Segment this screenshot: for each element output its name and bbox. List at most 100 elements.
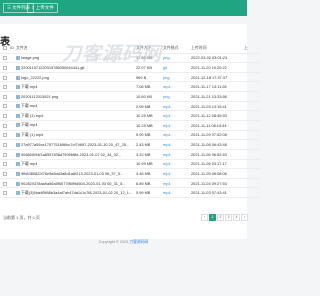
table-row[interactable]: 902820378aa9a56a5f5077f80f9d504-2023-01-… (0, 178, 260, 189)
row-checkbox[interactable] (0, 101, 10, 112)
table-row[interactable]: 0068f4094f1a6597838d7595bf8d-2023-01-07 … (0, 149, 260, 160)
row-filename[interactable]: 0068f4094f1a6597838d7595bf8d-2023-01-07 … (16, 149, 136, 160)
copyright-link[interactable]: 刀客源码网 (129, 240, 148, 244)
table-row[interactable]: 下载.mp4 10.99 MB mp4 2021-11-06 03:17:17 (0, 159, 260, 170)
table-row[interactable]: logo_22222.png 969 Bpng 2021-12-18 17:37:3… (0, 72, 260, 83)
row-checkbox[interactable] (0, 53, 10, 64)
row-extra (244, 120, 260, 131)
row-filename[interactable]: logo_22222.png (16, 72, 136, 83)
row-upload-time: 2021-11-03 13:15:41 (191, 101, 244, 112)
row-upload-time: 2021-11-12 08:45:53 (191, 110, 244, 121)
file-icon (16, 84, 20, 89)
row-checkbox[interactable] (0, 81, 10, 93)
row-filename[interactable]: 下载(3)5ba4f5f88b3a4af7ab47da1c1c7f8-2023-… (16, 187, 136, 199)
row-upload-time: 2021-11-20 10:20:22 (191, 62, 244, 73)
row-checkbox[interactable] (0, 178, 10, 189)
page-button[interactable]: 4 (233, 214, 240, 221)
row-filename[interactable]: 下载.mp4 (16, 120, 136, 131)
page-button[interactable]: 1 (209, 214, 216, 221)
row-extra (244, 149, 260, 160)
row-filesize: 10.60 KB (136, 91, 163, 102)
row-filesize: 2.05 MB (136, 101, 163, 112)
row-filetype: mp4 (163, 159, 191, 170)
row-checkbox[interactable] (0, 168, 10, 179)
row-checkbox[interactable] (0, 72, 10, 83)
row-upload-time: 2021-12-18 17:37:37 (191, 72, 244, 83)
more-menu-icon[interactable] (237, 3, 247, 13)
table-row[interactable]: 20201112013921.png 10.60 KB png 2021-11-21 … (0, 91, 260, 102)
table-row[interactable]: 下载 (1).mp4 10.25 MB mp4 2021-11-12 08:45:53 (0, 110, 260, 121)
row-filesize: 10.25 MB (136, 110, 163, 121)
row-filename[interactable]: 下载 (1).mp4 (16, 110, 136, 121)
file-icon (16, 161, 20, 166)
filename-text: 0068f4094f1a6597838d7595bf8d-2023-01-07 … (21, 151, 122, 157)
row-filename[interactable]: 下载.mp4 (16, 101, 136, 112)
row-checkbox[interactable] (0, 120, 10, 131)
row-filesize: 3.48 MB (136, 168, 163, 179)
row-checkbox[interactable] (0, 139, 10, 150)
row-checkbox[interactable] (0, 159, 10, 170)
upload-file-button[interactable]: ⇪上传文件 (27, 3, 58, 13)
row-extra (244, 187, 260, 199)
row-filename[interactable]: 下载.mp4 (16, 81, 136, 93)
select-all-checkbox[interactable] (0, 43, 10, 54)
row-checkbox[interactable] (0, 62, 10, 73)
filename-text: 下载.mp4 (21, 103, 38, 109)
page-button[interactable]: 3 (225, 214, 232, 221)
table-row[interactable]: 下载(3)5ba4f5f88b3a4af7ab47da1c1c7f8-2023-… (0, 187, 260, 199)
page-button[interactable]: › (241, 214, 248, 221)
table-row[interactable]: 下载.mp4 10.25 MB mp4 2021-11-11 08:15:44 (0, 120, 260, 131)
copyright-text: Copyright © 2023 (98, 240, 129, 244)
table-row[interactable]: 下载.mp4 7.06 MB mp4 2021-11-17 13:11:28 (0, 81, 260, 93)
row-filename[interactable]: 27a977a59ce1757751696bc7cf74697-2023-01-… (16, 139, 136, 150)
table-row[interactable]: 27a977a59ce1757751696bc7cf74697-2023-01-… (0, 139, 260, 150)
page-button[interactable]: ‹ (201, 214, 208, 221)
table-row[interactable]: 下载 (1).mp4 5.90 MB mp4 2021-11-09 07:52:08 (0, 130, 260, 141)
row-upload-time: 2021-11-03 07:43:41 (191, 187, 244, 199)
row-filetype: mp4 (163, 149, 191, 160)
row-filename[interactable]: 9fb8380822f76e9a8dd3a8d1a6f213-2023-01-0… (16, 168, 136, 179)
list-icon: ☰ (7, 5, 12, 10)
pagination: ‹ 1 2 3 4 › (201, 214, 248, 221)
row-extra (244, 110, 260, 121)
row-extra (244, 159, 260, 170)
row-checkbox[interactable] (0, 91, 10, 102)
col-upload-time[interactable]: 上传时间 (191, 43, 244, 54)
row-extra (244, 178, 260, 189)
row-upload-time: 2021-11-09 07:52:08 (191, 130, 244, 141)
row-checkbox[interactable] (0, 130, 10, 141)
top-navbar: ☰文件列表 ⇪上传文件 (0, 0, 247, 16)
row-filename[interactable]: 902820378aa9a56a5f5077f80f9d504-2023-01-… (16, 178, 136, 189)
col-filetype[interactable]: 文件格式 (163, 43, 191, 54)
file-icon (16, 56, 20, 61)
file-icon (16, 143, 20, 148)
row-extra (244, 53, 260, 64)
filename-text: 下载.mp4 (21, 83, 38, 89)
row-upload-time: 2021-11-17 13:11:28 (191, 81, 244, 93)
row-filetype: mp4 (163, 101, 191, 112)
table-row[interactable]: 下载.mp4 2.05 MB mp4 2021-11-03 13:15:41 (0, 101, 260, 112)
row-extra (244, 62, 260, 73)
row-extra (244, 91, 260, 102)
row-upload-time: 2021-11-04 09:27:53 (191, 178, 244, 189)
filename-text: 9fb8380822f76e9a8dd3a8d1a6f213-2023-01-0… (21, 171, 124, 176)
row-checkbox[interactable] (0, 149, 10, 160)
row-checkbox[interactable] (0, 110, 10, 121)
file-icon (16, 75, 20, 80)
row-filename[interactable]: 20201112013921.png (16, 91, 136, 102)
table-row[interactable]: 9fb8380822f76e9a8dd3a8d1a6f213-2023-01-0… (0, 168, 260, 179)
filename-text: 下载 (1).mp4 (21, 112, 44, 118)
row-checkbox[interactable] (0, 187, 10, 199)
row-filesize: 2.43 MB (136, 139, 163, 150)
row-filename[interactable]: 下载 (1).mp4 (16, 130, 136, 141)
row-extra (244, 81, 260, 93)
file-icon (16, 113, 20, 118)
row-filesize: 969 B (136, 72, 163, 83)
row-extra (244, 130, 260, 141)
file-table: ID 文件名 文件大小 文件格式 上传时间 上 image.png 17.55 K… (0, 43, 260, 199)
file-icon (16, 123, 20, 128)
filename-text: 20201112013921.png (21, 93, 59, 99)
row-filename[interactable]: 下载.mp4 (16, 159, 136, 170)
file-icon (16, 190, 20, 195)
page-button[interactable]: 2 (217, 214, 224, 221)
